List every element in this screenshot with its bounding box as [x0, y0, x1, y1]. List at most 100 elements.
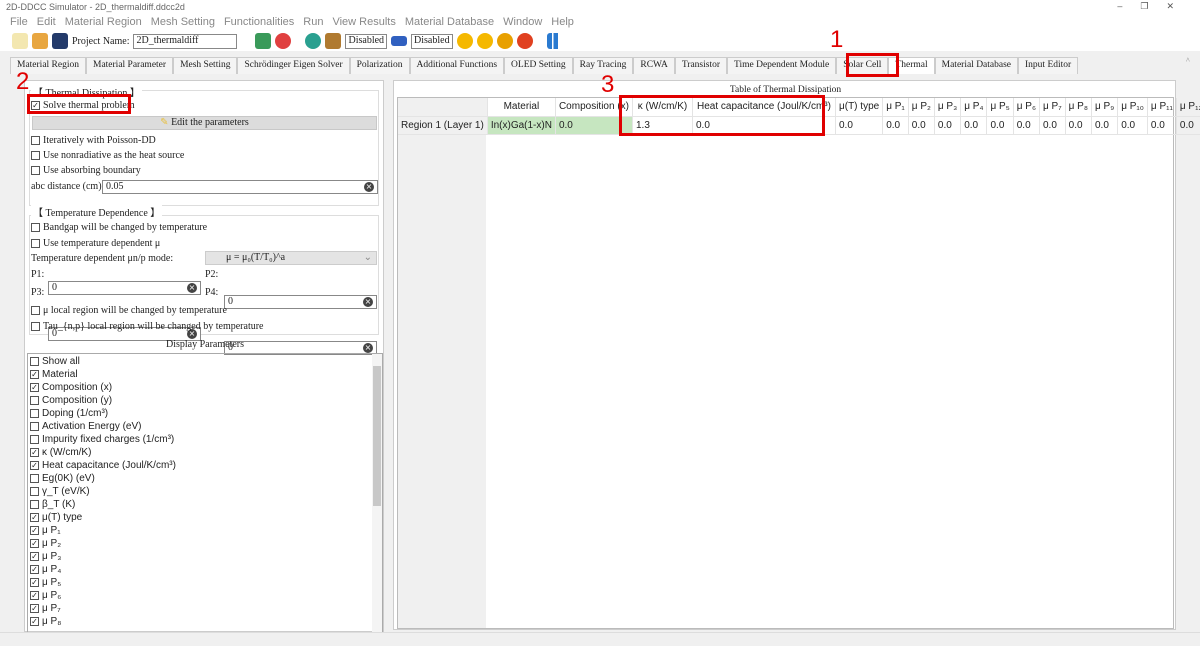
- menu-file[interactable]: File: [10, 16, 28, 28]
- new-file-icon[interactable]: [12, 33, 28, 49]
- checkbox-p[interactable]: ✓ μ P₂: [30, 537, 382, 550]
- menu-functionalities[interactable]: Functionalities: [224, 16, 294, 28]
- column-header[interactable]: μ P₁: [882, 98, 909, 117]
- reset-icon[interactable]: [275, 33, 292, 49]
- stop-icon[interactable]: [516, 33, 533, 49]
- table-cell[interactable]: In(x)Ga(1-x)N: [487, 116, 556, 135]
- column-header[interactable]: Material: [487, 98, 556, 117]
- menu-mesh-setting[interactable]: Mesh Setting: [151, 16, 215, 28]
- checkbox-composition-y[interactable]: Composition (y): [30, 394, 382, 407]
- tab-rcwa[interactable]: RCWA: [633, 57, 675, 74]
- checkbox-local-region-will-be-changed-by-temperature[interactable]: μ local region will be changed by temper…: [31, 302, 264, 318]
- checkbox-use-nonradiative-as-the-heat-source[interactable]: Use nonradiative as the heat source: [31, 148, 184, 163]
- menu-run[interactable]: Run: [303, 16, 323, 28]
- checkbox-impurity-fixed-charges-1-cm[interactable]: Impurity fixed charges (1/cm³): [30, 433, 382, 446]
- tab-mesh-setting[interactable]: Mesh Setting: [173, 57, 238, 74]
- checkbox-doping-1-cm[interactable]: Doping (1/cm³): [30, 407, 382, 420]
- project-name-input[interactable]: 2D_thermaldiff: [133, 33, 238, 49]
- column-header[interactable]: μ P₅: [986, 98, 1014, 117]
- mu-mode-select[interactable]: μ = μ₀(T/T₀)^a ⌄: [205, 251, 377, 265]
- mode-dropdown-1[interactable]: Disabled: [345, 33, 388, 49]
- column-header[interactable]: μ P₂: [908, 98, 935, 117]
- column-header[interactable]: μ P₁₁: [1147, 98, 1177, 117]
- table-cell[interactable]: 0.0: [960, 116, 988, 135]
- open-folder-icon[interactable]: [32, 33, 48, 49]
- column-header[interactable]: μ P₉: [1091, 98, 1119, 117]
- table-cell[interactable]: 0.0: [1065, 116, 1093, 135]
- table-cell[interactable]: 0.0: [1117, 116, 1148, 135]
- checkbox-use-absorbing-boundary[interactable]: Use absorbing boundary: [31, 163, 184, 178]
- checkbox-use-temperature-dependent[interactable]: Use temperature dependent μ: [31, 235, 207, 251]
- menu-help[interactable]: Help: [551, 16, 574, 28]
- table-cell[interactable]: 0.0: [934, 116, 962, 135]
- checkbox-t-ev-k[interactable]: γ_T (eV/K): [30, 485, 382, 498]
- column-header[interactable]: μ P₇: [1039, 98, 1066, 117]
- column-header[interactable]: μ P₄: [960, 98, 988, 117]
- tab-material-database[interactable]: Material Database: [934, 57, 1019, 74]
- menu-material-region[interactable]: Material Region: [65, 16, 142, 28]
- tab-oled-setting[interactable]: OLED Setting: [504, 57, 573, 74]
- checkbox-activation-energy-ev[interactable]: Activation Energy (eV): [30, 420, 382, 433]
- tab-transistor[interactable]: Transistor: [674, 57, 728, 74]
- checkbox-p[interactable]: ✓ μ P₇: [30, 602, 382, 615]
- checkbox-p[interactable]: ✓ μ P₅: [30, 576, 382, 589]
- table-cell[interactable]: 0.0: [1147, 116, 1177, 135]
- column-header[interactable]: μ P₈: [1065, 98, 1093, 117]
- tab-schr-dinger-eigen-solver[interactable]: Schrödinger Eigen Solver: [237, 57, 350, 74]
- checkbox-show-all[interactable]: Show all: [30, 355, 382, 368]
- p1-input[interactable]: 0 ×: [48, 281, 201, 295]
- edit-parameters-button[interactable]: ✎ Edit the parameters: [32, 116, 377, 130]
- menu-material-database[interactable]: Material Database: [405, 16, 494, 28]
- checkbox-w-cm-k[interactable]: ✓ κ (W/cm/K): [30, 446, 382, 459]
- checkbox-p[interactable]: ✓ μ P₄: [30, 563, 382, 576]
- run-batch-icon[interactable]: [496, 33, 513, 49]
- table-cell[interactable]: 0.0: [835, 116, 884, 135]
- checkbox-p[interactable]: ✓ μ P₆: [30, 589, 382, 602]
- checkbox-composition-x[interactable]: ✓ Composition (x): [30, 381, 382, 394]
- checkbox-iteratively-with-poisson-dd[interactable]: Iteratively with Poisson-DD: [31, 133, 184, 148]
- column-header[interactable]: μ P₃: [934, 98, 962, 117]
- tab-polarization[interactable]: Polarization: [349, 57, 410, 74]
- run-icon[interactable]: [456, 33, 473, 49]
- clear-icon[interactable]: ×: [187, 283, 197, 293]
- window-controls[interactable]: –❐✕: [1117, 1, 1192, 12]
- checkbox-p[interactable]: ✓ μ P₁: [30, 524, 382, 537]
- scrollbar[interactable]: [372, 354, 382, 632]
- table-cell[interactable]: 0.0: [882, 116, 909, 135]
- clear-icon[interactable]: ×: [363, 297, 373, 307]
- column-header[interactable]: μ P₆: [1013, 98, 1040, 117]
- menu-edit[interactable]: Edit: [37, 16, 56, 28]
- checkbox-bandgap-will-be-changed-by-temperature[interactable]: Bandgap will be changed by temperature: [31, 219, 207, 235]
- abc-distance-input[interactable]: 0.05 ×: [102, 180, 378, 194]
- menu-view-results[interactable]: View Results: [332, 16, 395, 28]
- chart-icon[interactable]: [546, 33, 563, 49]
- table-cell[interactable]: 0.0: [1091, 116, 1119, 135]
- clear-icon[interactable]: ×: [364, 182, 374, 192]
- checkbox-heat-capacitance-joul-k-cm[interactable]: ✓ Heat capacitance (Joul/K/cm³): [30, 459, 382, 472]
- column-header[interactable]: μ(T) type: [835, 98, 884, 117]
- checkbox-t-type[interactable]: ✓ μ(T) type: [30, 511, 382, 524]
- checkbox-t-k[interactable]: β_T (K): [30, 498, 382, 511]
- tab-input-editor[interactable]: Input Editor: [1018, 57, 1079, 74]
- layers-icon[interactable]: [325, 33, 342, 49]
- mode-dropdown-2[interactable]: Disabled: [411, 33, 453, 49]
- checkbox-eg-0k-ev[interactable]: Eg(0K) (eV): [30, 472, 382, 485]
- tab-time-dependent-module[interactable]: Time Dependent Module: [727, 57, 837, 74]
- column-header[interactable]: μ P₁₀: [1117, 98, 1148, 117]
- tab-additional-functions[interactable]: Additional Functions: [409, 57, 505, 74]
- window-scrollbar[interactable]: ^: [1186, 55, 1196, 630]
- mesh-icon[interactable]: [305, 33, 322, 49]
- menu-window[interactable]: Window: [503, 16, 542, 28]
- checkbox-material[interactable]: ✓ Material: [30, 368, 382, 381]
- checkbox-p[interactable]: ✓ μ P₃: [30, 550, 382, 563]
- table-cell[interactable]: 0.0: [986, 116, 1014, 135]
- run-all-icon[interactable]: [476, 33, 493, 49]
- table-cell[interactable]: 0.0: [1013, 116, 1040, 135]
- table-cell[interactable]: 0.0: [1039, 116, 1066, 135]
- refresh-icon[interactable]: [255, 33, 272, 49]
- save-icon[interactable]: [52, 33, 68, 49]
- tab-material-parameter[interactable]: Material Parameter: [86, 57, 174, 74]
- row-header[interactable]: Region 1 (Layer 1): [398, 116, 488, 135]
- table-cell[interactable]: 0.0: [908, 116, 935, 135]
- scrollbar-thumb[interactable]: [373, 366, 381, 506]
